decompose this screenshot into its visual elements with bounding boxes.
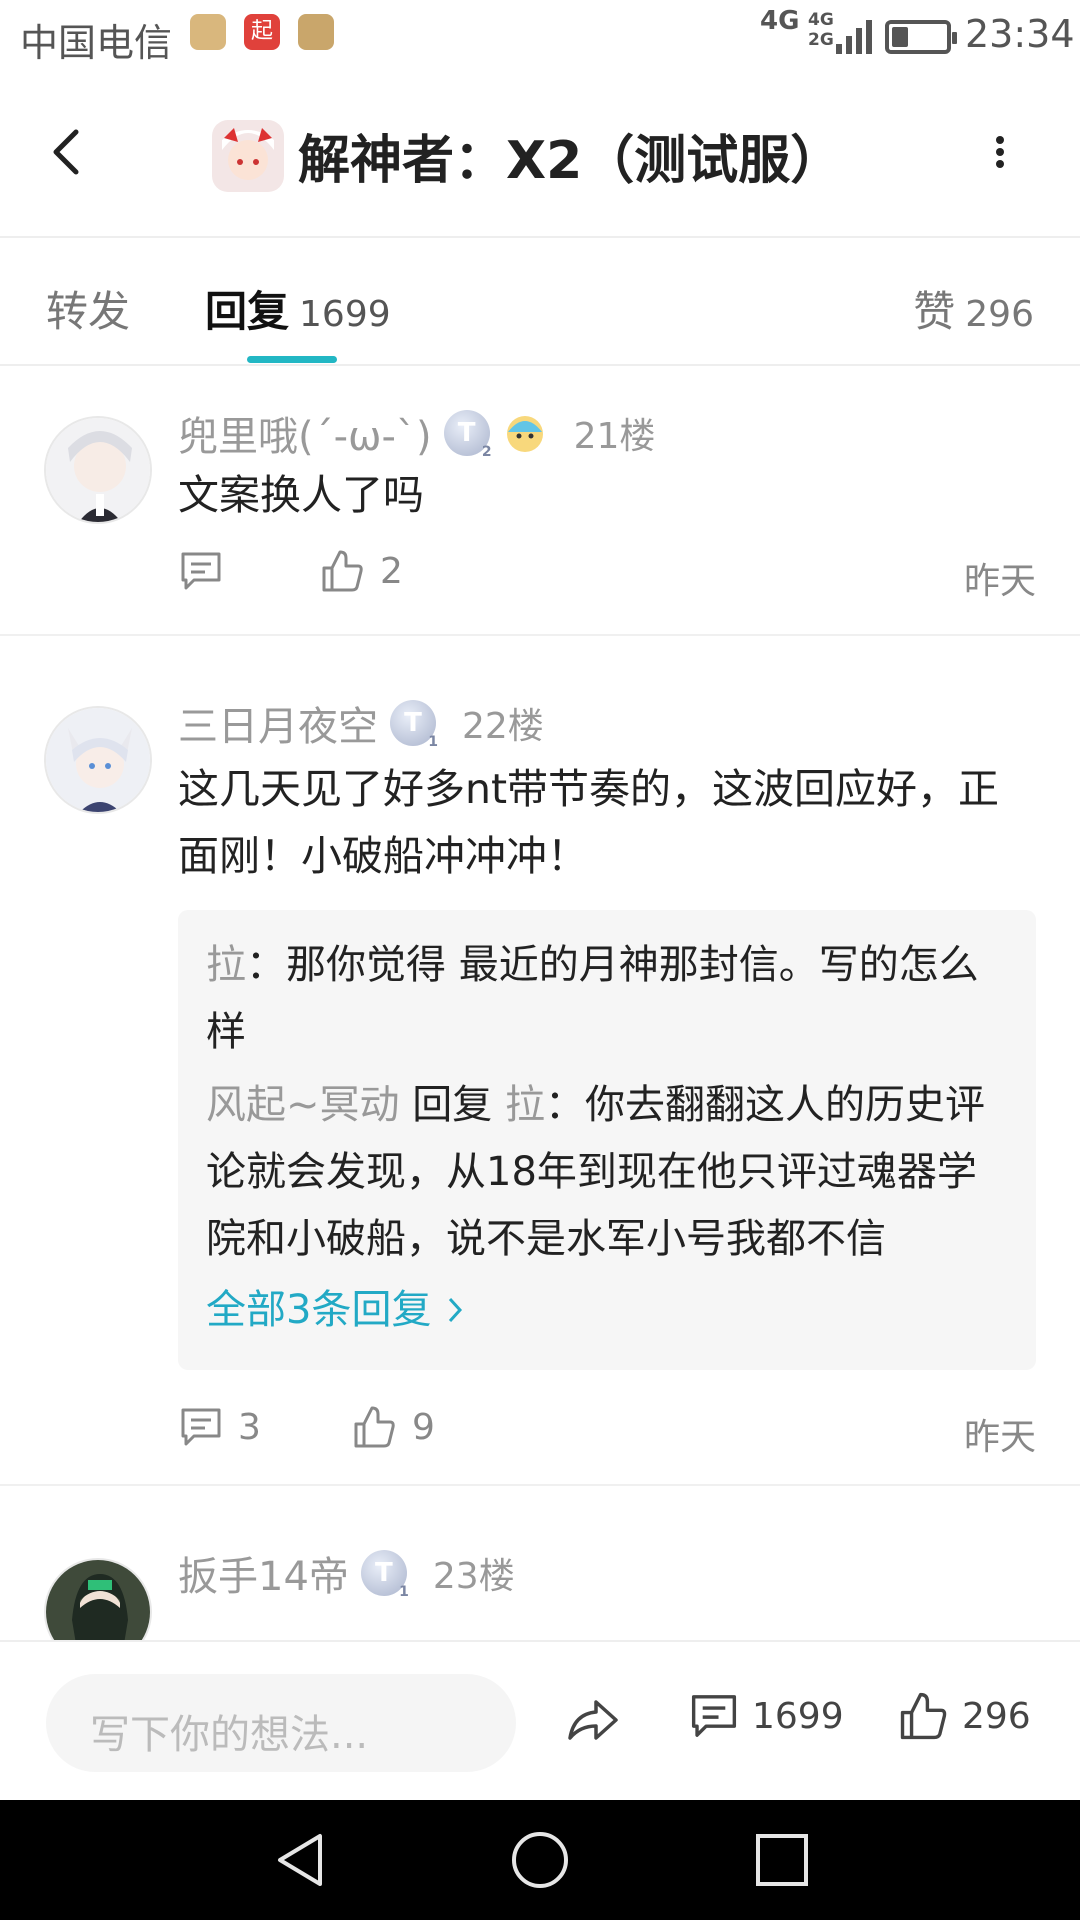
reply-author[interactable]: 拉 xyxy=(206,942,246,988)
comment-item: 兜里哦(´-ω-`) T2 21楼 文案换人了吗 2 昨天 xyxy=(0,368,1080,636)
level-badge-icon: T1 xyxy=(390,700,438,750)
share-icon[interactable] xyxy=(564,1692,620,1748)
fan-badge-icon xyxy=(506,416,543,452)
comment-time: 昨天 xyxy=(963,561,1036,602)
like-count: 296 xyxy=(962,1695,1031,1737)
comment-item: 三日月夜空 T1 22楼 这几天见了好多nt带节奏的，这波回应好，正面刚！小破船… xyxy=(0,638,1080,1486)
comment-text: 文案换人了吗 xyxy=(178,471,424,519)
floor-number: 23楼 xyxy=(432,1556,515,1597)
gallery-app-icon xyxy=(190,14,226,50)
comment-icon xyxy=(691,1695,737,1737)
reply-count: 3 xyxy=(238,1406,261,1448)
nav-home-icon[interactable] xyxy=(510,1830,570,1890)
thumbs-up-icon xyxy=(354,1406,395,1448)
tab-reply[interactable]: 回复 1699 xyxy=(205,278,391,339)
avatar[interactable] xyxy=(44,1558,152,1640)
nav-back-icon[interactable] xyxy=(272,1830,332,1890)
comment-input[interactable]: 写下你的想法... xyxy=(46,1674,516,1772)
floor-number: 21楼 xyxy=(573,416,656,457)
reply-button[interactable]: 3 xyxy=(178,1404,261,1450)
page-title: 解神者：X2（测试服） xyxy=(298,131,843,191)
avatar[interactable] xyxy=(44,706,152,814)
level-badge-icon: T2 xyxy=(443,410,492,460)
chevron-right-icon xyxy=(449,1297,463,1323)
top-app-bar: 解神者：X2（测试服） xyxy=(0,72,1080,238)
network-dual: 4G 2G xyxy=(808,10,834,50)
back-arrow-icon[interactable] xyxy=(40,122,100,182)
qidian-app-icon: 起 xyxy=(244,14,280,50)
comment-actions: 2 昨天 xyxy=(178,548,1036,608)
carrier-label: 中国电信 xyxy=(20,21,173,65)
reply-button[interactable] xyxy=(178,548,224,594)
clock-time: 23:34 xyxy=(965,12,1075,56)
network-type: 4G xyxy=(760,6,800,36)
username[interactable]: 扳手14帝 xyxy=(178,1544,349,1602)
tab-like[interactable]: 赞 296 xyxy=(913,278,1034,339)
reply-word: 回复 xyxy=(412,1082,493,1128)
signal-icon xyxy=(836,20,872,54)
reply-text: 那你觉得 最近的月神那封信。写的怎么样 xyxy=(206,942,979,1055)
reply-preview-box[interactable]: 拉：那你觉得 最近的月神那封信。写的怎么样 风起~冥动 回复 拉：你去翻翻这人的… xyxy=(178,910,1036,1370)
reply-author[interactable]: 风起~冥动 xyxy=(206,1082,400,1128)
avatar[interactable] xyxy=(44,416,152,524)
comment-count: 1699 xyxy=(752,1695,844,1737)
comment-header: 三日月夜空 T1 22楼 xyxy=(178,694,544,752)
view-all-replies-link[interactable]: 全部3条回复 xyxy=(206,1277,1008,1344)
reply-item: 风起~冥动 回复 拉：你去翻翻这人的历史评论就会发现，从18年到现在他只评过魂器… xyxy=(206,1082,985,1262)
thumbs-up-icon xyxy=(900,1692,947,1740)
comment-icon xyxy=(181,552,221,590)
active-tab-indicator xyxy=(247,356,337,363)
more-options-icon[interactable] xyxy=(980,122,1020,182)
like-count: 9 xyxy=(412,1406,435,1448)
like-button[interactable]: 296 xyxy=(898,1690,1031,1742)
reply-target[interactable]: 拉 xyxy=(505,1082,545,1128)
reply-count: 1699 xyxy=(299,294,391,335)
clock-app-icon xyxy=(298,14,334,50)
comment-text: 这几天见了好多nt带节奏的，这波回应好，正面刚！小破船冲冲冲！ xyxy=(178,765,1000,880)
reply-item: 拉：那你觉得 最近的月神那封信。写的怎么样 xyxy=(206,942,979,1055)
comment-header: 扳手14帝 T1 23楼 xyxy=(178,1544,515,1602)
tab-bar: 转发 回复 1699 赞 296 xyxy=(0,240,1080,366)
comment-header: 兜里哦(´-ω-`) T2 21楼 xyxy=(178,404,655,462)
comment-actions: 3 9 昨天 xyxy=(178,1404,1036,1464)
comment-item: 扳手14帝 T1 23楼 xyxy=(0,1488,1080,1640)
comment-time: 昨天 xyxy=(963,1417,1036,1458)
username[interactable]: 三日月夜空 xyxy=(178,694,378,752)
like-count: 2 xyxy=(380,550,403,592)
tab-repost[interactable]: 转发 xyxy=(46,278,130,339)
level-badge-icon: T1 xyxy=(360,1550,409,1600)
battery-icon xyxy=(885,20,957,54)
like-button[interactable]: 2 xyxy=(320,548,403,594)
system-navigation-bar xyxy=(0,1800,1080,1920)
like-button[interactable]: 9 xyxy=(352,1404,435,1450)
game-avatar-icon[interactable] xyxy=(212,120,284,192)
status-bar: 中国电信 起 4G 4G 2G 23:34 xyxy=(0,0,1080,72)
username[interactable]: 兜里哦(´-ω-`) xyxy=(178,404,432,462)
comments-button[interactable]: 1699 xyxy=(688,1690,844,1742)
bottom-action-bar: 写下你的想法... 1699 296 xyxy=(0,1640,1080,1800)
like-count: 296 xyxy=(965,294,1034,335)
comment-icon xyxy=(181,1408,221,1446)
floor-number: 22楼 xyxy=(462,706,544,747)
nav-recents-icon[interactable] xyxy=(752,1830,812,1890)
thumbs-up-icon xyxy=(322,550,363,592)
